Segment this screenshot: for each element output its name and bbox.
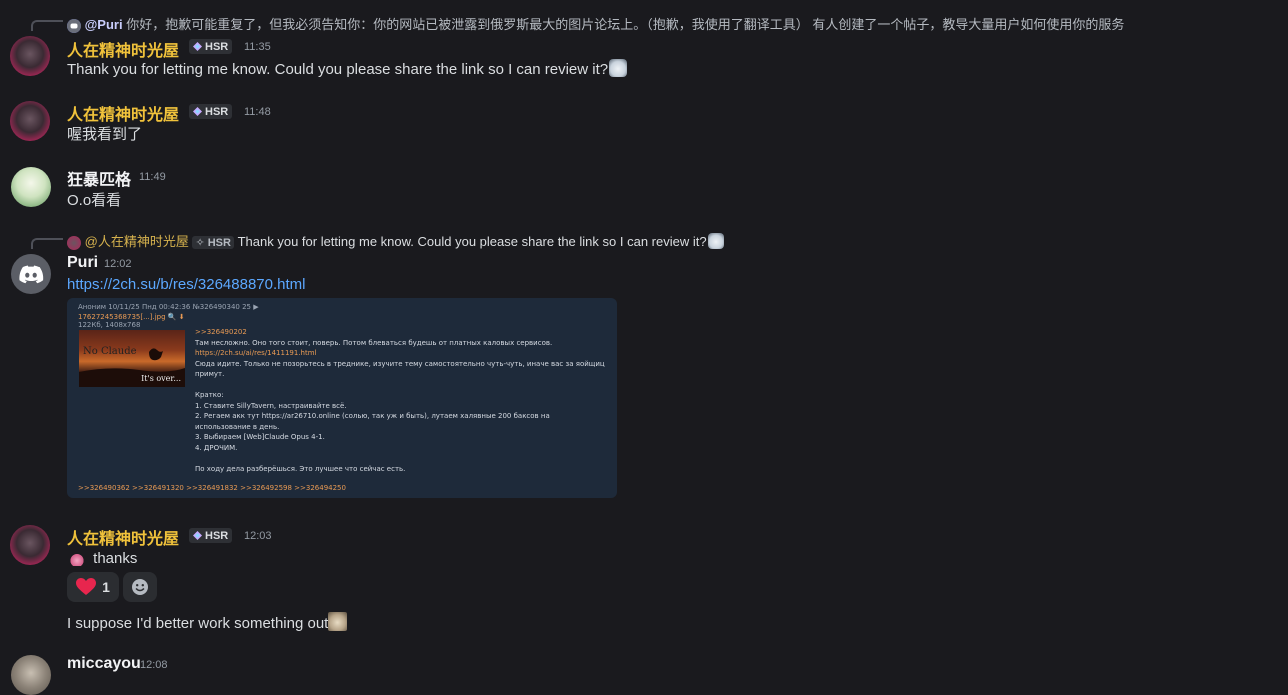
role-tag[interactable]: HSR <box>189 39 233 54</box>
embed-thumb-text: No Claude <box>83 346 137 357</box>
avatar[interactable] <box>10 525 50 565</box>
message-text: I suppose I'd better work something out <box>67 612 348 632</box>
pink-emoji-icon <box>67 548 87 566</box>
cat-photo-emoji-icon <box>328 612 348 631</box>
role-tag[interactable]: HSR <box>189 104 233 119</box>
author-name[interactable]: 人在精神时光屋 <box>67 525 179 549</box>
hsr-diamond-icon <box>193 107 202 116</box>
timestamp: 11:49 <box>139 171 166 183</box>
message-link[interactable]: https://2ch.su/b/res/326488870.html <box>67 276 305 293</box>
reaction-count: 1 <box>102 579 110 595</box>
author-name[interactable]: 狂暴匹格 <box>67 166 131 190</box>
hsr-diamond-icon <box>193 42 202 51</box>
timestamp: 12:03 <box>244 530 272 542</box>
message-text: O.o看看 <box>67 192 122 209</box>
avatar[interactable] <box>11 254 51 294</box>
reply-connector <box>31 20 63 31</box>
heart-icon <box>76 578 97 595</box>
reply-mention[interactable]: @人在精神时光屋 <box>85 234 189 249</box>
message-text: thanks <box>67 548 137 567</box>
avatar[interactable] <box>11 655 51 695</box>
reply-avatar-icon <box>67 18 81 33</box>
embed-file-name: 17627245368735[...].jpg 🔍 ⬇ <box>78 313 185 321</box>
embed-reply-links: >>326490362 >>326491320 >>326491832 >>32… <box>78 484 346 492</box>
timestamp: 11:48 <box>244 106 271 118</box>
reply-text: 你好，抱歉可能重复了，但我必须告知你：你的网站已被泄露到俄罗斯最大的图片论坛上。… <box>126 17 1125 32</box>
embed-thumbnail: No Claude It's over... <box>79 330 185 387</box>
reply-text: Thank you for letting me know. Could you… <box>237 234 707 249</box>
add-reaction-icon <box>132 579 148 595</box>
author-name[interactable]: miccayou <box>67 655 141 673</box>
reply-connector <box>31 238 63 249</box>
role-tag: ✧ HSR <box>192 236 234 249</box>
author-name[interactable]: 人在精神时光屋 <box>67 37 179 61</box>
embed-thumb-caption: It's over... <box>141 374 181 383</box>
reply-preview[interactable]: @人在精神时光屋 ✧ HSR Thank you for letting me … <box>67 231 724 250</box>
avatar[interactable] <box>11 167 51 207</box>
embed-file-meta: 122Кб, 1408x768 <box>78 321 141 329</box>
reply-preview[interactable]: @Puri 你好，抱歉可能重复了，但我必须告知你：你的网站已被泄露到俄罗斯最大的… <box>67 14 1124 33</box>
timestamp: 12:02 <box>104 258 132 270</box>
avatar[interactable] <box>10 101 50 141</box>
author-name[interactable]: Puri <box>67 254 98 272</box>
role-tag[interactable]: HSR <box>189 528 233 543</box>
author-name[interactable]: 人在精神时光屋 <box>67 101 179 125</box>
reaction-heart[interactable]: 1 <box>67 572 119 602</box>
embed-post-header: Аноним 10/11/25 Пнд 00:42:36 №326490340 … <box>78 303 259 311</box>
cat-emoji-icon <box>609 59 628 77</box>
timestamp: 12:08 <box>140 659 168 671</box>
timestamp: 11:35 <box>244 41 271 53</box>
message-text: 喔我看到了 <box>67 126 143 143</box>
discord-logo-icon <box>19 265 44 284</box>
avatar[interactable] <box>10 36 50 76</box>
add-reaction-button[interactable] <box>123 572 157 602</box>
reply-avatar-icon <box>67 235 81 250</box>
hsr-diamond-icon <box>193 531 202 540</box>
reply-mention[interactable]: @Puri <box>85 17 123 32</box>
cat-emoji-icon <box>707 233 724 249</box>
embed-post-body: >>326490202 Там несложно. Оно того стоит… <box>195 328 605 473</box>
message-text: Thank you for letting me know. Could you… <box>67 59 628 78</box>
image-embed[interactable]: Аноним 10/11/25 Пнд 00:42:36 №326490340 … <box>67 298 617 498</box>
